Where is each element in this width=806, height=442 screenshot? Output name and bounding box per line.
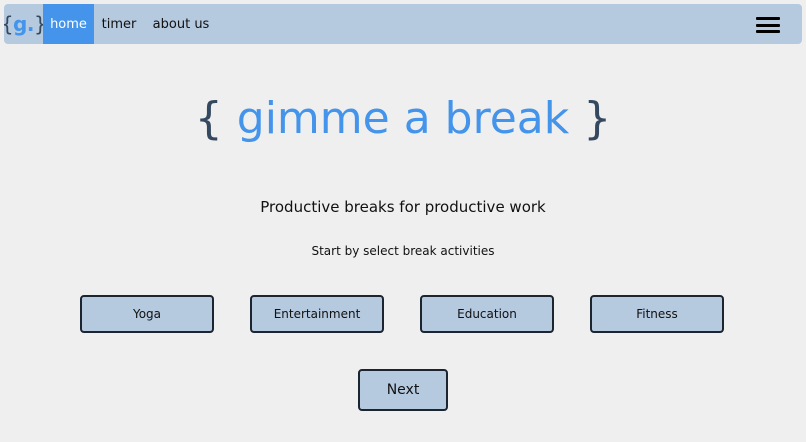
hamburger-bar [756, 23, 780, 27]
instruction-text: Start by select break activities [311, 244, 495, 258]
hero-title: { gimme a break } [0, 90, 806, 148]
nav-link-about-us[interactable]: about us [150, 4, 212, 44]
nav-link-home[interactable]: home [43, 4, 94, 44]
hamburger-menu-icon[interactable] [756, 17, 780, 33]
next-button[interactable]: Next [358, 369, 448, 411]
logo-open-brace: { [4, 12, 14, 36]
hero-title-text: gimme a break [236, 93, 570, 144]
site-logo[interactable]: { g. } [4, 4, 47, 44]
activity-button-fitness[interactable]: Fitness [590, 295, 724, 333]
activity-button-entertainment[interactable]: Entertainment [250, 295, 384, 333]
tagline: Productive breaks for productive work [260, 198, 546, 216]
hamburger-bar [756, 30, 780, 33]
nav-link-timer[interactable]: timer [99, 4, 139, 44]
page: { g. } home timer about us { gimme a bre… [0, 0, 806, 442]
logo-letter: g. [13, 12, 34, 36]
activity-button-education[interactable]: Education [420, 295, 554, 333]
hamburger-bar [756, 17, 780, 20]
hero-close-brace: } [583, 93, 612, 144]
top-navbar: { g. } home timer about us [4, 4, 802, 44]
hero-open-brace: { [194, 93, 223, 144]
activity-button-yoga[interactable]: Yoga [80, 295, 214, 333]
